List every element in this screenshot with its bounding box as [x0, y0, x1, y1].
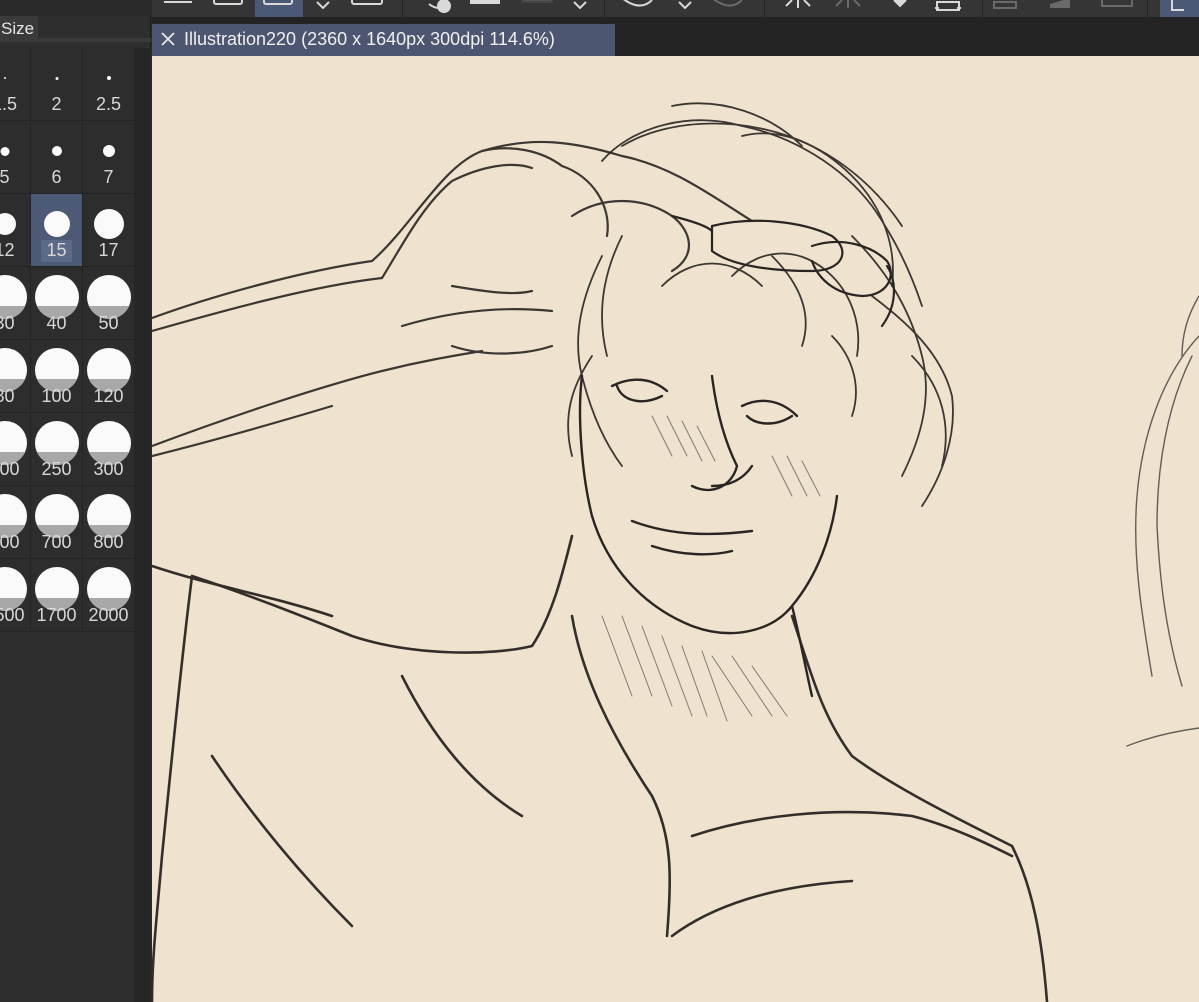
- brush-size-cell[interactable]: 1700: [31, 559, 83, 632]
- brush-size-cell[interactable]: 40: [31, 267, 83, 340]
- brush-size-label: 800: [93, 532, 124, 552]
- close-icon[interactable]: [161, 32, 175, 46]
- brush-size-cell[interactable]: 15: [31, 194, 83, 267]
- document-tab-label: Illustration220 (2360 x 1640px 300dpi 11…: [184, 29, 555, 49]
- brush-size-cell[interactable]: 800: [83, 486, 135, 559]
- brush-preview-icon: [102, 145, 115, 157]
- brush-size-cell[interactable]: 1500: [0, 559, 31, 632]
- brush-size-label: 80: [0, 386, 15, 406]
- transform-icon: [935, 1, 961, 11]
- grid-icon: [993, 1, 1017, 9]
- brush-size-label: 300: [93, 459, 124, 479]
- brush-size-cell[interactable]: 2000: [83, 559, 135, 632]
- brush-size-cell[interactable]: 200: [0, 413, 31, 486]
- brush-size-cell[interactable]: 17: [83, 194, 135, 267]
- document-tab[interactable]: Illustration220 (2360 x 1640px 300dpi 11…: [152, 24, 615, 56]
- brush-preview-icon: [43, 211, 70, 237]
- chevron-down-icon: [573, 1, 587, 10]
- brush-preview-icon: [93, 209, 124, 239]
- brush-preview-icon: [106, 76, 111, 80]
- brush-size-label: 30: [0, 313, 15, 333]
- selection-icon: [263, 0, 293, 5]
- brush-size-cell[interactable]: 80: [0, 340, 31, 413]
- brush-size-cell[interactable]: 2.5: [83, 48, 135, 121]
- ruler-icon: [1050, 0, 1070, 8]
- diamond-icon: [893, 0, 907, 8]
- brush-size-label: 7: [103, 167, 114, 187]
- brush-size-cell[interactable]: 300: [83, 413, 135, 486]
- curve-icon: [623, 0, 653, 7]
- brush-size-cell[interactable]: 30: [0, 267, 31, 340]
- panel-scrollbar[interactable]: [134, 48, 151, 1002]
- brush-size-label: 700: [41, 532, 72, 552]
- brush-size-label: 250: [41, 459, 72, 479]
- curve-icon: [713, 0, 743, 7]
- brush-size-cell[interactable]: 600: [0, 486, 31, 559]
- chevron-down-icon: [678, 1, 692, 10]
- brush-size-grid: 1.5 2 2.5 5 6 7 12 15 17 30 40 50 80 100 120 200 250 300 6…: [0, 48, 135, 632]
- brush-preview-icon: [51, 146, 62, 156]
- brush-size-label: 5: [0, 167, 10, 187]
- brush-size-cell[interactable]: 1.5: [0, 48, 31, 121]
- brush-size-label: 6: [51, 167, 62, 187]
- document-tab-bar: Illustration220 (2360 x 1640px 300dpi 11…: [152, 17, 1199, 56]
- brush-size-label: 40: [46, 313, 67, 333]
- app-window: Size 1.5 2 2.5 5 6 7 12 15 17 30 40 50 80 100 120 200 25…: [0, 0, 1199, 1002]
- brush-size-label: 1500: [0, 605, 25, 625]
- frame-icon: [213, 0, 243, 5]
- brush-size-cell[interactable]: 12: [0, 194, 31, 267]
- command-toolbar: [152, 0, 1199, 17]
- brush-size-label: 50: [98, 313, 119, 333]
- brush-size-label: 600: [0, 532, 20, 552]
- brush-size-cell[interactable]: 50: [83, 267, 135, 340]
- brush-size-label: 1.5: [0, 94, 18, 114]
- fill-icon: [521, 0, 553, 3]
- brush-size-cell[interactable]: 6: [31, 121, 83, 194]
- brush-size-label: 120: [93, 386, 124, 406]
- brush-size-label: 200: [0, 459, 20, 479]
- brush-size-cell[interactable]: 250: [31, 413, 83, 486]
- burst-icon: [835, 0, 861, 8]
- brush-size-label: 1700: [36, 605, 77, 625]
- brush-size-cell[interactable]: 100: [31, 340, 83, 413]
- brush-size-cell[interactable]: 120: [83, 340, 135, 413]
- brush-size-label: 2: [51, 94, 62, 114]
- brush-size-cell[interactable]: 700: [31, 486, 83, 559]
- brush-size-cell[interactable]: 5: [0, 121, 31, 194]
- panel-tab-size[interactable]: Size: [0, 16, 38, 42]
- brush-size-label: 12: [0, 240, 15, 260]
- fill-icon: [470, 0, 500, 4]
- panel-tab-divider: [38, 38, 151, 42]
- brush-size-panel: Size 1.5 2 2.5 5 6 7 12 15 17 30 40 50 80 100 120 200 25…: [0, 0, 151, 1002]
- drawing-canvas[interactable]: [152, 56, 1199, 1002]
- toolbar-icons: [164, 0, 1199, 17]
- chevron-down-icon: [316, 1, 330, 10]
- brush-size-label: 15: [46, 240, 67, 260]
- brush-size-label: 2.5: [95, 94, 122, 114]
- brush-size-label: 17: [98, 240, 119, 260]
- brush-preview-icon: [0, 213, 16, 235]
- brush-size-cell[interactable]: 7: [83, 121, 135, 194]
- frame-icon: [351, 0, 383, 5]
- brush-size-label: 2000: [88, 605, 129, 625]
- brush-size-label: 100: [41, 386, 72, 406]
- burst-icon: [785, 0, 811, 8]
- brush-preview-icon: [3, 77, 6, 79]
- grid-icon: [1101, 0, 1133, 7]
- brush-preview-icon: [0, 146, 9, 156]
- brush-size-cell[interactable]: 2: [31, 48, 83, 121]
- panel-header-strip: [0, 0, 151, 16]
- brush-preview-icon: [55, 76, 58, 80]
- sketch-artwork: [152, 102, 1199, 1002]
